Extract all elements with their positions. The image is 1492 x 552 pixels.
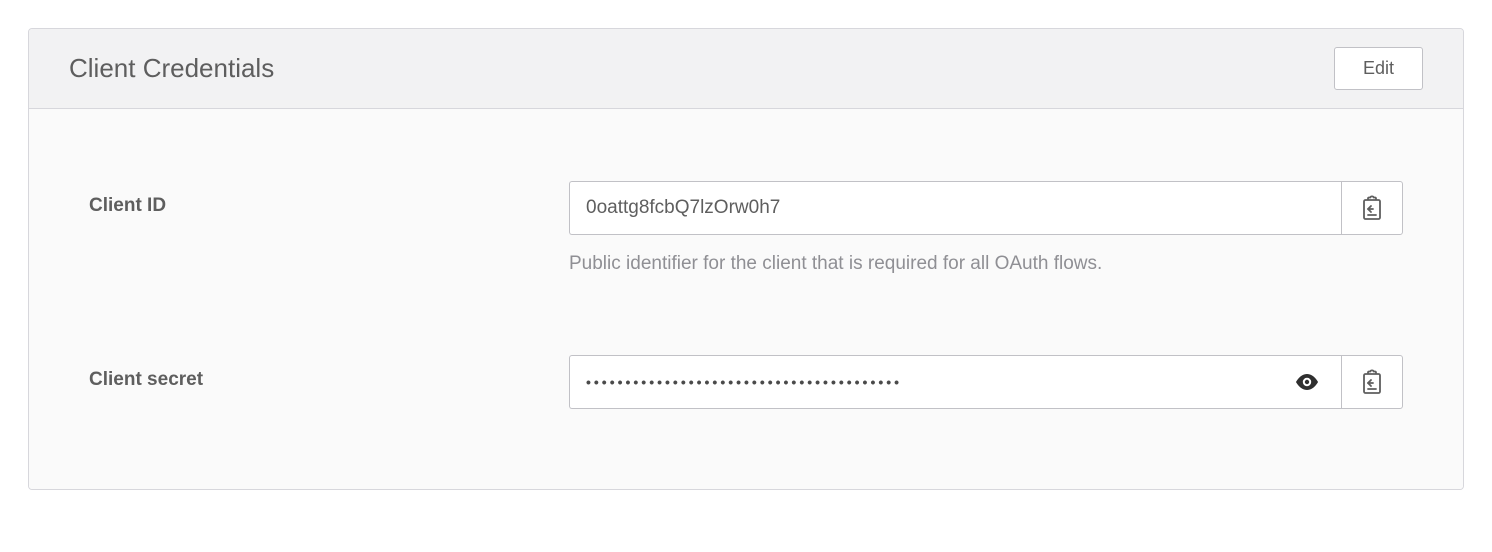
client-secret-copy-button[interactable] <box>1341 355 1403 409</box>
client-id-value: 0oattg8fcbQ7lzOrw0h7 <box>586 197 1325 219</box>
client-id-content: 0oattg8fcbQ7lzOrw0h7 <box>569 181 1403 275</box>
clipboard-icon <box>1361 369 1383 395</box>
client-secret-input[interactable]: •••••••••••••••••••••••••••••••••••••••• <box>569 355 1341 409</box>
client-id-help: Public identifier for the client that is… <box>569 253 1403 275</box>
client-secret-row: Client secret ••••••••••••••••••••••••••… <box>89 355 1403 409</box>
eye-icon <box>1295 374 1319 390</box>
client-credentials-panel: Client Credentials Edit Client ID 0oattg… <box>28 28 1464 490</box>
edit-button[interactable]: Edit <box>1334 47 1423 90</box>
reveal-secret-button[interactable] <box>1289 374 1325 390</box>
panel-title: Client Credentials <box>69 53 274 84</box>
client-id-row: Client ID 0oattg8fcbQ7lzOrw0h7 <box>89 181 1403 275</box>
client-id-label: Client ID <box>89 181 569 217</box>
client-secret-value: •••••••••••••••••••••••••••••••••••••••• <box>586 374 1289 390</box>
clipboard-icon <box>1361 195 1383 221</box>
client-secret-input-group: •••••••••••••••••••••••••••••••••••••••• <box>569 355 1403 409</box>
client-id-input[interactable]: 0oattg8fcbQ7lzOrw0h7 <box>569 181 1341 235</box>
client-id-input-group: 0oattg8fcbQ7lzOrw0h7 <box>569 181 1403 235</box>
panel-header: Client Credentials Edit <box>29 29 1463 109</box>
panel-body: Client ID 0oattg8fcbQ7lzOrw0h7 <box>29 109 1463 489</box>
client-secret-content: •••••••••••••••••••••••••••••••••••••••• <box>569 355 1403 409</box>
client-id-copy-button[interactable] <box>1341 181 1403 235</box>
client-secret-label: Client secret <box>89 355 569 391</box>
